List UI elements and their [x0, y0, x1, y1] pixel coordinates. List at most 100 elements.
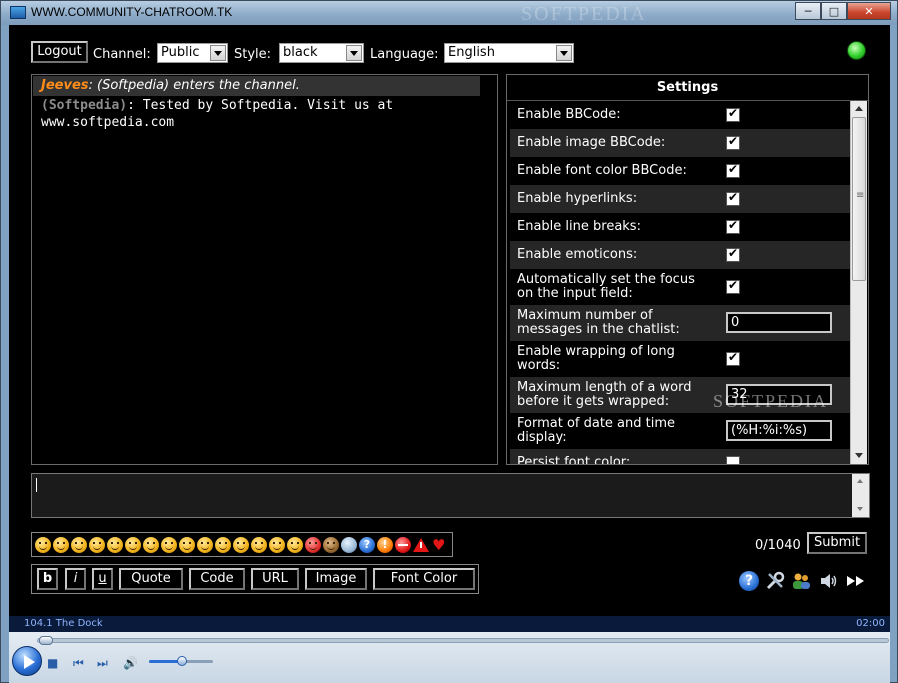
close-button[interactable]: ✕	[847, 2, 891, 20]
scroll-down-icon[interactable]	[851, 448, 867, 464]
smile-icon[interactable]	[35, 536, 51, 553]
sunglasses-icon[interactable]	[215, 536, 231, 553]
big-grin-icon[interactable]	[233, 536, 249, 553]
settings-row-label: Persist font color:	[517, 455, 631, 465]
grin-icon[interactable]	[89, 536, 105, 553]
shy-icon[interactable]	[251, 536, 267, 553]
url-button[interactable]: URL	[251, 568, 299, 590]
warning-icon[interactable]	[413, 537, 429, 553]
wink-icon[interactable]	[71, 536, 87, 553]
fast-forward-icon[interactable]	[846, 571, 866, 591]
italic-button[interactable]: i	[65, 568, 86, 590]
minimize-button[interactable]: ─	[795, 2, 821, 20]
settings-scrollbar[interactable]	[850, 101, 867, 464]
settings-row: Enable BBCode:	[510, 101, 850, 129]
character-counter: 0/1040	[755, 538, 801, 553]
seek-thumb[interactable]	[39, 636, 53, 645]
language-label: Language:	[370, 47, 439, 62]
window-title: WWW.COMMUNITY-CHATROOM.TK	[31, 5, 233, 19]
sound-icon[interactable]	[819, 571, 839, 591]
settings-row-label: Enable hyperlinks:	[517, 191, 638, 206]
track-info-bar: 104.1 The Dock 02:00	[9, 616, 890, 632]
style-select[interactable]: black	[279, 43, 364, 63]
seek-bar[interactable]	[37, 638, 889, 643]
settings-checkbox[interactable]	[726, 246, 740, 262]
settings-row: Maximum number of messages in the chatli…	[510, 305, 850, 341]
confused-icon[interactable]	[161, 536, 177, 553]
track-time: 02:00	[856, 618, 885, 629]
settings-icon[interactable]	[765, 571, 785, 591]
sad-icon[interactable]	[53, 536, 69, 553]
chat-client: Logout Channel: Public Style: black Lang…	[9, 25, 890, 616]
online-users-icon[interactable]	[791, 571, 811, 591]
message-text: (Softpedia) enters the channel.	[97, 78, 300, 93]
crazy-icon[interactable]	[197, 536, 213, 553]
settings-checkbox[interactable]	[726, 106, 740, 122]
no-entry-icon[interactable]	[395, 536, 411, 553]
sleepy-icon[interactable]	[287, 536, 303, 553]
style-label: Style:	[234, 47, 272, 62]
stop-icon[interactable]: ■	[47, 656, 58, 670]
settings-checkbox[interactable]	[726, 162, 740, 178]
volume-icon[interactable]: 🔊	[123, 656, 138, 670]
text-caret	[36, 478, 37, 492]
settings-text-field[interactable]: 0	[726, 312, 832, 333]
laugh-icon[interactable]	[107, 536, 123, 553]
settings-row: Enable hyperlinks:	[510, 185, 850, 213]
settings-text-field[interactable]: (%H:%i:%s)	[726, 420, 832, 441]
message-input[interactable]	[31, 473, 870, 518]
settings-checkbox[interactable]	[726, 456, 740, 464]
watermark-text: SOFTPEDIA	[521, 3, 647, 25]
devil-icon[interactable]	[305, 536, 321, 553]
language-select[interactable]: English	[444, 43, 574, 63]
volume-thumb[interactable]	[177, 656, 187, 666]
chevron-down-icon[interactable]	[346, 45, 362, 61]
lightbulb-icon[interactable]	[341, 536, 357, 553]
surprised-icon[interactable]	[143, 536, 159, 553]
monkey-icon[interactable]	[323, 536, 339, 553]
title-bar[interactable]: WWW.COMMUNITY-CHATROOM.TK SOFTPEDIA ─ □ …	[1, 1, 897, 25]
tongue-icon[interactable]	[269, 536, 285, 553]
chevron-down-icon[interactable]	[210, 45, 226, 61]
scroll-up-icon[interactable]	[851, 101, 867, 117]
font-color-button[interactable]: Font Color	[373, 568, 475, 590]
code-button[interactable]: Code	[189, 568, 245, 590]
next-icon[interactable]: ⏭	[97, 656, 108, 671]
settings-checkbox[interactable]	[726, 350, 740, 366]
message-user[interactable]: (Softpedia)	[41, 98, 127, 113]
neutral-icon[interactable]	[125, 536, 141, 553]
chat-list[interactable]: Jeeves: (Softpedia) enters the channel. …	[31, 74, 498, 465]
play-button[interactable]	[12, 646, 42, 676]
heart-icon[interactable]: ♥	[431, 537, 447, 553]
watermark-text: SOFTPEDIA	[713, 391, 829, 411]
logout-button[interactable]: Logout	[31, 41, 88, 63]
image-button[interactable]: Image	[305, 568, 367, 590]
settings-row: Enable emoticons:	[510, 241, 850, 269]
settings-checkbox[interactable]	[726, 218, 740, 234]
settings-checkbox[interactable]	[726, 190, 740, 206]
input-scrollbar[interactable]	[852, 474, 869, 517]
settings-row: Persist font color:	[510, 449, 850, 465]
help-icon[interactable]: ?	[739, 571, 759, 591]
cool-glasses-icon[interactable]	[179, 536, 195, 553]
bold-button[interactable]: b	[37, 568, 58, 590]
quote-button[interactable]: Quote	[119, 568, 183, 590]
channel-select[interactable]: Public	[157, 43, 228, 63]
settings-row: Enable image BBCode:	[510, 129, 850, 157]
submit-button[interactable]: Submit	[807, 532, 867, 554]
settings-checkbox[interactable]	[726, 278, 740, 294]
question-icon[interactable]: ?	[359, 536, 375, 553]
settings-checkbox[interactable]	[726, 134, 740, 150]
chevron-down-icon[interactable]	[556, 45, 572, 61]
underline-button[interactable]: u	[92, 568, 113, 590]
settings-row: Automatically set the focus on the input…	[510, 269, 850, 305]
scrollbar-thumb[interactable]	[852, 117, 866, 281]
message-separator: :	[127, 98, 143, 113]
exclamation-icon[interactable]: !	[377, 536, 393, 553]
previous-icon[interactable]: ⏮	[73, 656, 84, 671]
maximize-button[interactable]: □	[821, 2, 847, 20]
app-window: WWW.COMMUNITY-CHATROOM.TK SOFTPEDIA ─ □ …	[0, 0, 898, 683]
message-user[interactable]: Jeeves	[41, 78, 89, 93]
settings-row: Format of date and time display: (%H:%i:%…	[510, 413, 850, 449]
settings-row: Enable font color BBCode:	[510, 157, 850, 185]
